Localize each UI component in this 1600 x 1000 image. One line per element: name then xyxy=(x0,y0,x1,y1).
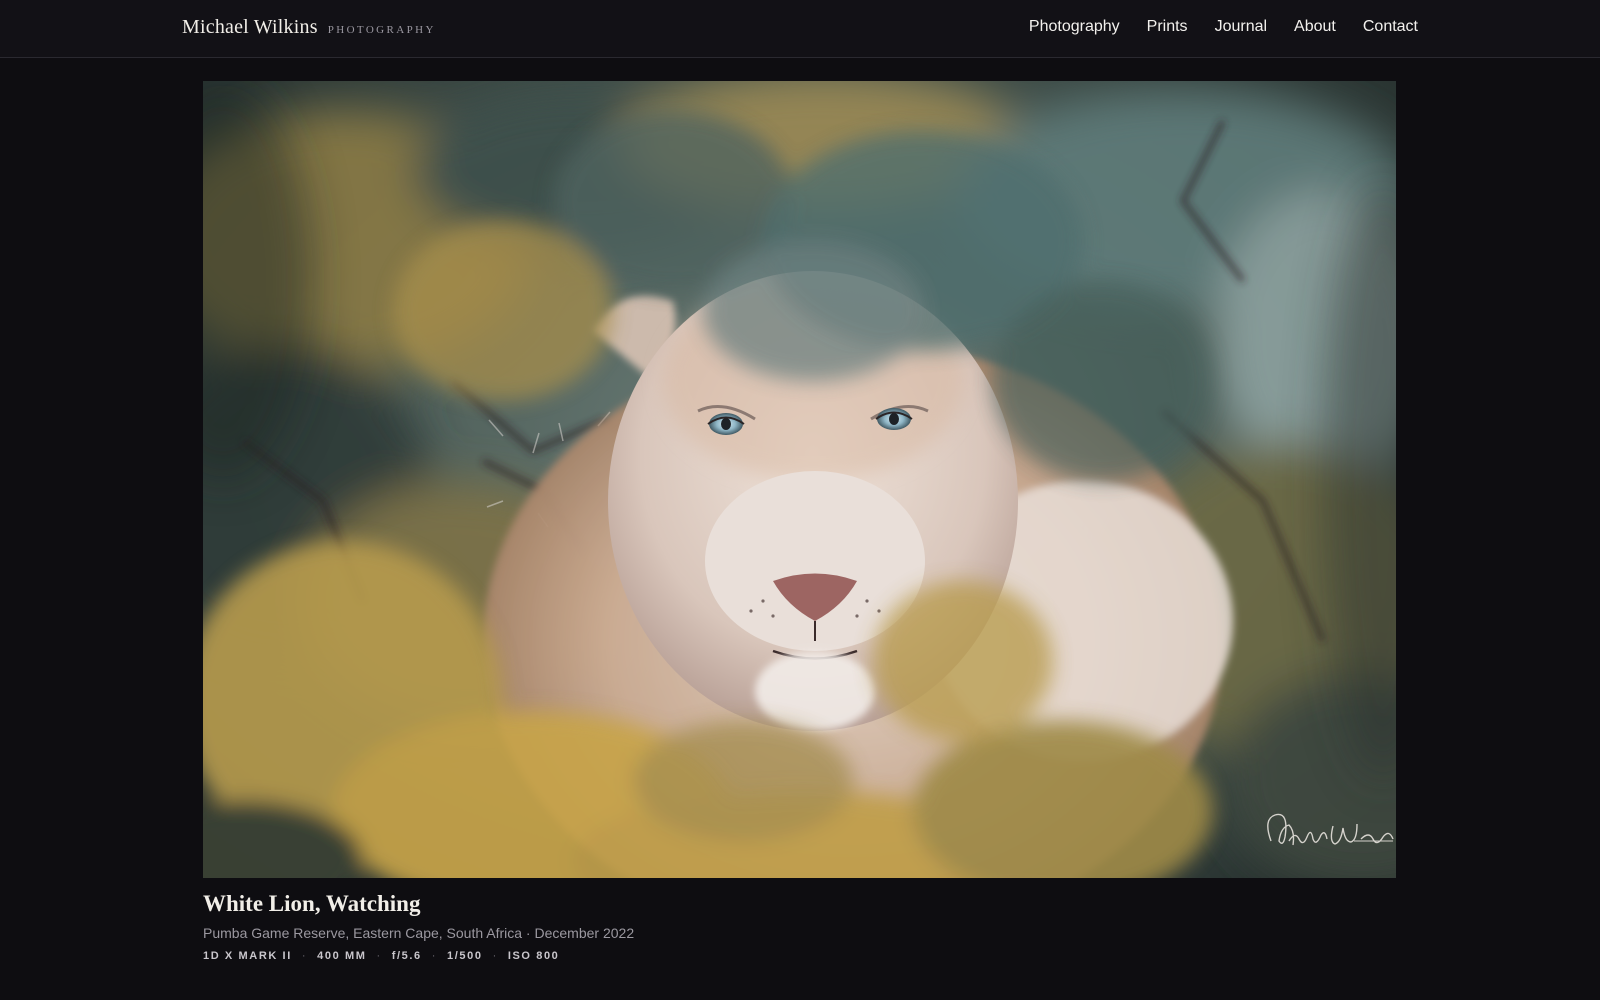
photo-location-date: Pumba Game Reserve, Eastern Cape, South … xyxy=(203,925,635,941)
photo-title: White Lion, Watching xyxy=(203,891,421,916)
lion-photo-image xyxy=(203,81,1396,878)
nav-about[interactable]: About xyxy=(1294,18,1336,36)
exif-camera: 1D X MARK II xyxy=(203,950,292,962)
site-logo[interactable]: Michael Wilkins PHOTOGRAPHY xyxy=(182,16,436,39)
exif-separator: · xyxy=(301,950,308,962)
exif-details: 1D X MARK II · 400 MM · f/5.6 · 1/500 · … xyxy=(203,950,1396,962)
nav-prints[interactable]: Prints xyxy=(1147,18,1188,36)
brand-name: Michael Wilkins xyxy=(182,16,318,38)
exif-aperture: f/5.6 xyxy=(391,950,422,962)
exif-iso: ISO 800 xyxy=(507,950,560,962)
photo-caption: White Lion, Watching Pumba Game Reserve,… xyxy=(203,890,1396,962)
nav-contact[interactable]: Contact xyxy=(1363,18,1418,36)
brand-subtitle: PHOTOGRAPHY xyxy=(327,24,436,36)
exif-separator: · xyxy=(376,950,382,962)
nav-journal[interactable]: Journal xyxy=(1215,18,1267,36)
site-header: Michael Wilkins PHOTOGRAPHY Photography … xyxy=(0,0,1600,58)
nav-photography[interactable]: Photography xyxy=(1029,18,1120,36)
exif-shutter: 1/500 xyxy=(447,950,483,962)
exif-separator: · xyxy=(492,950,498,962)
exif-focal-length: 400 MM xyxy=(317,950,367,962)
featured-photo[interactable] xyxy=(203,81,1396,878)
main-nav: Photography Prints Journal About Contact xyxy=(1029,18,1418,36)
exif-separator: · xyxy=(431,950,438,962)
